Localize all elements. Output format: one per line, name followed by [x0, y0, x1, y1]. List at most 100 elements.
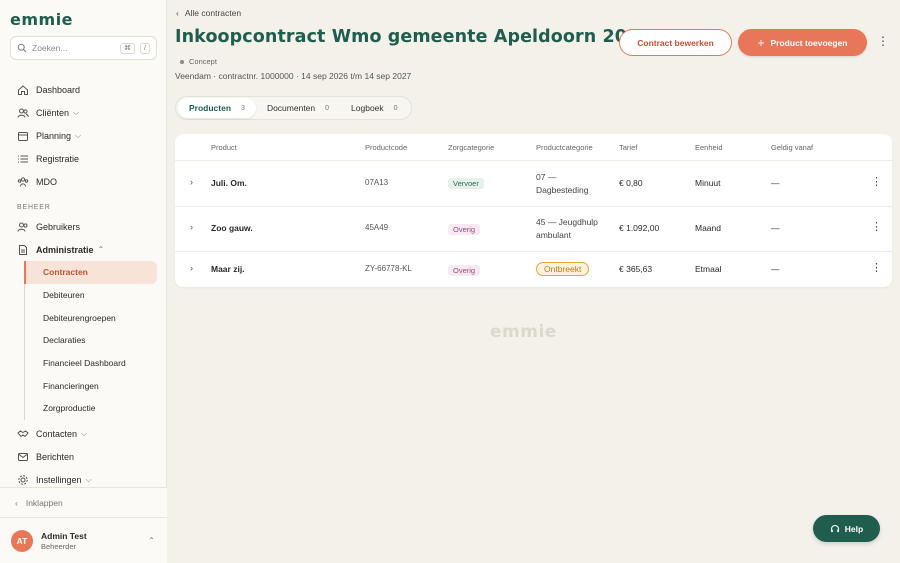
column-header-productcategorie: Productcategorie [536, 143, 593, 152]
add-product-label: Product toevoegen [770, 37, 848, 48]
shortcut-key-cmd: ⌘ [120, 42, 136, 54]
sidebar-subitem-declaraties[interactable]: Declaraties [24, 329, 167, 352]
collapse-sidebar-button[interactable]: ‹ Inklappen [0, 487, 167, 517]
sidebar-item-contacten[interactable]: Contacten ⌵ [0, 423, 167, 446]
plus-icon: + [757, 35, 765, 50]
tab-count: 3 [241, 104, 245, 112]
chevron-down-icon: ⌵ [73, 107, 80, 117]
tab-bar: Producten 3 Documenten 0 Logboek 0 [175, 96, 412, 120]
collapse-label: Inklappen [25, 497, 63, 508]
chevron-right-icon[interactable]: › [190, 222, 193, 232]
column-header-eenheid: Eenheid [695, 143, 723, 152]
sidebar-item-dashboard[interactable]: Dashboard [0, 78, 167, 101]
sidebar-item-planning[interactable]: Planning ⌵ [0, 124, 167, 147]
back-link[interactable]: ‹ Alle contracten [176, 8, 241, 18]
page-title: Inkoopcontract Wmo gemeente Apeldoorn 20… [175, 27, 652, 47]
sidebar-item-label: Berichten [36, 452, 75, 463]
help-button[interactable]: Help [813, 515, 880, 542]
product-name: Juli. Om. [211, 178, 247, 188]
table-row[interactable]: › Zoo gauw. 45A49 Overig 45 — Jeugdhulp … [175, 207, 892, 251]
sidebar-subitem-contracten[interactable]: Contracten [24, 261, 157, 284]
tab-count: 0 [393, 104, 398, 112]
tab-documenten[interactable]: Documenten 0 [256, 98, 340, 118]
sidebar-item-label: Gebruikers [36, 221, 81, 232]
table-row[interactable]: › Juli. Om. 07A13 Vervoer 07 — Dagbested… [175, 161, 892, 206]
edit-contract-button[interactable]: Contract bewerken [619, 29, 732, 56]
zorgcategorie-badge: Vervoer [448, 178, 484, 189]
sidebar-subitem-debiteuren[interactable]: Debiteuren [24, 284, 167, 307]
user-name: Admin Test [41, 530, 87, 541]
sidebar-item-clienten[interactable]: Cliënten ⌵ [0, 101, 167, 124]
product-name: Maar zij. [211, 264, 245, 274]
shortcut-key-slash: / [140, 42, 150, 54]
status-dot [180, 59, 184, 64]
app-logo[interactable]: emmie [10, 10, 73, 29]
table-row[interactable]: › Maar zij. ZY-66778-KL Overig Ontbreekt… [175, 252, 892, 287]
sidebar-subitem-financieringen[interactable]: Financieringen [24, 374, 167, 397]
search-placeholder: Zoeken... [32, 43, 68, 53]
users-icon [17, 107, 29, 119]
user-menu[interactable]: AT Admin Test Beheerder ⌃ [0, 517, 167, 563]
tab-logboek[interactable]: Logboek 0 [340, 98, 409, 118]
sidebar-item-mdo[interactable]: MDO [0, 170, 167, 193]
avatar: AT [11, 529, 33, 552]
productcategorie: 45 — Jeugdhulp ambulant [536, 217, 598, 240]
geldig-vanaf: — [771, 223, 780, 233]
search-input[interactable]: Zoeken... ⌘ / [10, 36, 157, 60]
handshake-icon [17, 428, 29, 440]
sidebar-item-administratie[interactable]: Administratie ⌃ [0, 238, 167, 261]
tab-label: Logboek [351, 103, 384, 113]
mail-icon [17, 451, 29, 463]
chevron-left-icon: ‹ [15, 497, 18, 508]
chevron-down-icon: ⌵ [75, 130, 82, 140]
tab-count: 0 [325, 104, 330, 112]
calendar-icon [17, 130, 29, 142]
sidebar-item-registratie[interactable]: Registratie [0, 147, 167, 170]
chevron-right-icon[interactable]: › [190, 263, 193, 273]
tab-producten[interactable]: Producten 3 [178, 98, 256, 118]
sidebar-item-label: Instellingen [36, 475, 82, 486]
sidebar-item-gebruikers[interactable]: Gebruikers [0, 215, 167, 238]
missing-category-badge: Ontbreekt [536, 262, 590, 276]
sidebar: emmie Zoeken... ⌘ / Dashboard Cliënten ⌵… [0, 0, 167, 563]
add-product-button[interactable]: + Product toevoegen [738, 29, 867, 56]
sidebar-subitem-financieel-dashboard[interactable]: Financieel Dashboard [24, 352, 167, 375]
row-more-icon[interactable]: ⋮ [871, 263, 882, 274]
users-icon [17, 221, 29, 233]
column-header-product: Product [211, 143, 237, 152]
column-header-geldig-vanaf: Geldig vanaf [771, 143, 814, 152]
sidebar-item-label: Contacten [36, 429, 78, 440]
zorgcategorie-badge: Overig [448, 224, 481, 235]
row-more-icon[interactable]: ⋮ [871, 222, 882, 233]
gear-icon [17, 474, 29, 486]
watermark-logo: emmie [490, 322, 557, 342]
sidebar-subitem-zorgproductie[interactable]: Zorgproductie [24, 397, 167, 420]
row-more-icon[interactable]: ⋮ [871, 177, 882, 188]
team-icon [17, 176, 29, 188]
eenheid: Etmaal [695, 264, 722, 274]
main-nav: Dashboard Cliënten ⌵ Planning ⌵ Registra… [0, 78, 167, 492]
column-header-zorgcategorie: Zorgcategorie [448, 143, 495, 152]
contract-meta: Veendam · contractnr. 1000000 · 14 sep 2… [175, 71, 412, 81]
sidebar-item-berichten[interactable]: Berichten [0, 446, 167, 469]
chevron-up-icon: ⌃ [97, 245, 105, 254]
status-label: Concept [189, 57, 217, 66]
productcategorie: 07 — Dagbesteding [536, 172, 589, 195]
eenheid: Maand [695, 223, 721, 233]
chevron-down-icon: ⌵ [85, 475, 92, 485]
list-icon [17, 153, 29, 165]
tarief: € 1.092,00 [619, 223, 660, 233]
column-header-productcode: Productcode [365, 143, 408, 152]
chevron-right-icon[interactable]: › [190, 177, 193, 187]
headset-icon [830, 524, 839, 532]
tab-label: Producten [189, 103, 232, 113]
product-code: 45A49 [365, 223, 389, 232]
search-icon [17, 43, 27, 53]
section-label-beheer: BEHEER [17, 204, 51, 211]
tarief: € 0,80 [619, 178, 643, 188]
more-options-icon[interactable]: ⋮ [877, 35, 889, 47]
sidebar-subitem-debiteurengroepen[interactable]: Debiteurengroepen [24, 306, 167, 329]
sidebar-item-label: Administratie [36, 244, 94, 255]
help-label: Help [844, 523, 864, 534]
sidebar-item-label: Planning [36, 130, 72, 141]
